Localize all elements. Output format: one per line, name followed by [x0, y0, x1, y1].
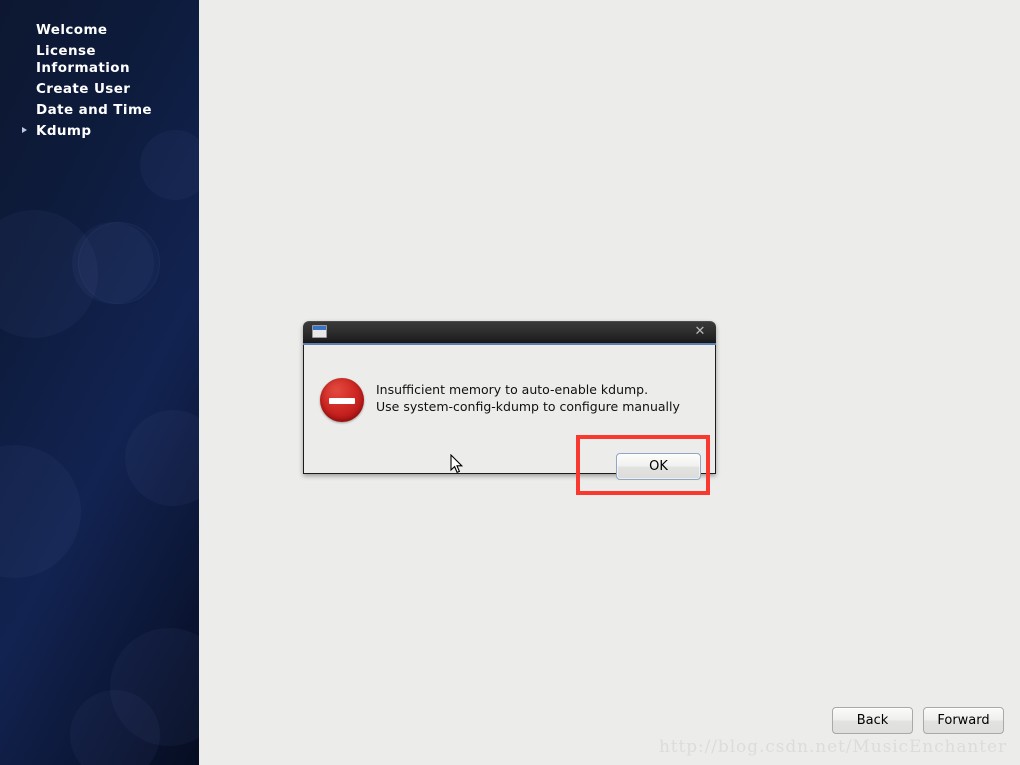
installer-window: Welcome License Information Create User …	[0, 0, 1020, 765]
sidebar: Welcome License Information Create User …	[0, 0, 199, 765]
sidebar-item-create-user[interactable]: Create User	[0, 81, 199, 98]
arrow-right-icon	[22, 127, 27, 133]
sidebar-item-label: Date and Time	[36, 102, 152, 118]
error-icon	[320, 378, 364, 422]
ok-button[interactable]: OK	[616, 453, 701, 480]
close-icon[interactable]: ✕	[692, 324, 708, 340]
error-dialog: ✕ Insufficient memory to auto-enable kdu…	[303, 321, 716, 495]
sidebar-item-welcome[interactable]: Welcome	[0, 22, 199, 39]
window-icon	[312, 325, 327, 338]
sidebar-nav: Welcome License Information Create User …	[0, 22, 199, 144]
wizard-button-bar: Back Forward	[832, 707, 1004, 734]
dialog-body: Insufficient memory to auto-enable kdump…	[303, 345, 716, 495]
sidebar-item-label: Kdump	[36, 123, 92, 139]
sidebar-item-label: Create User	[36, 81, 131, 97]
sidebar-item-license-information[interactable]: License Information	[0, 43, 199, 77]
dialog-titlebar[interactable]: ✕	[303, 321, 716, 345]
forward-button[interactable]: Forward	[923, 707, 1004, 734]
dialog-message-text: Insufficient memory to auto-enable kdump…	[376, 382, 680, 414]
back-button[interactable]: Back	[832, 707, 913, 734]
watermark-text: http://blog.csdn.net/MusicEnchanter	[658, 737, 1007, 757]
sidebar-item-label: License Information	[36, 43, 130, 76]
sidebar-item-date-and-time[interactable]: Date and Time	[0, 102, 199, 119]
sidebar-item-label: Welcome	[36, 22, 108, 38]
sidebar-item-kdump[interactable]: Kdump	[0, 123, 199, 140]
